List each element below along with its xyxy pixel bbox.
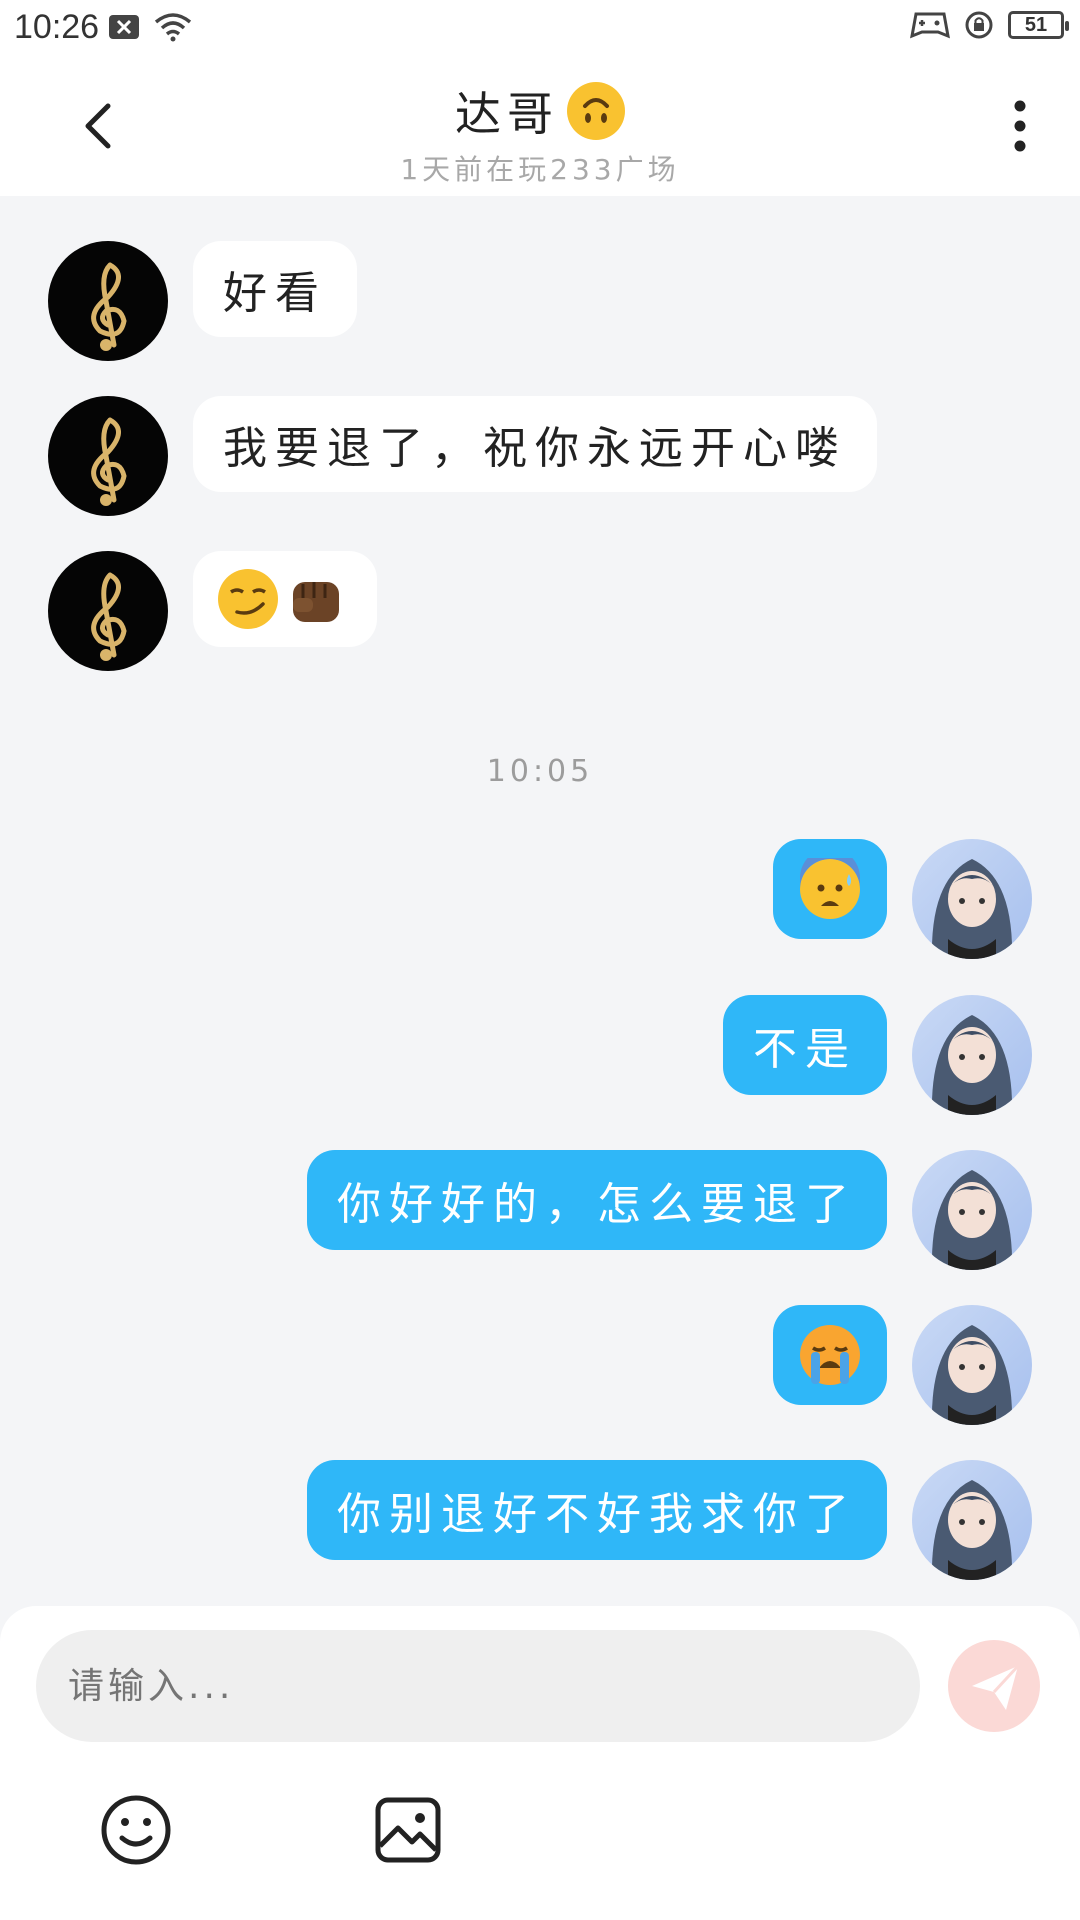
anime-girl-avatar-icon — [931, 1325, 1013, 1425]
battery-level: 51 — [1024, 13, 1048, 36]
treble-clef-icon — [91, 572, 127, 661]
status-time: 10:26 — [14, 8, 100, 46]
notification-close-icon — [109, 15, 139, 39]
send-button[interactable] — [948, 1640, 1040, 1732]
smiley-icon — [101, 1795, 171, 1865]
emoji-button[interactable] — [98, 1792, 174, 1868]
message-bubble[interactable]: 我要退了，祝你永远开心喽 — [193, 396, 877, 492]
rotation-lock-icon — [965, 11, 993, 39]
message-input[interactable] — [36, 1630, 920, 1742]
message-text: 我要退了，祝你永远开心喽 — [223, 423, 847, 474]
user-avatar[interactable] — [912, 1305, 1032, 1425]
composer-panel — [0, 1606, 1080, 1920]
message-bubble[interactable]: 你别退好不好我求你了 — [307, 1460, 887, 1560]
upside-down-face-icon — [567, 82, 625, 140]
message-bubble[interactable]: 你好好的，怎么要退了 — [307, 1150, 887, 1250]
battery-indicator: 51 — [1008, 11, 1069, 39]
anime-girl-avatar-icon — [931, 1170, 1013, 1270]
message-timestamp: 10:05 — [486, 754, 594, 789]
message-bubble[interactable]: 不是 — [723, 995, 887, 1095]
contact-status: 1天前在玩233广场 — [400, 153, 680, 186]
more-options-button[interactable] — [990, 96, 1050, 160]
status-bar: 10:26 51 — [0, 0, 1080, 56]
contact-avatar[interactable] — [48, 396, 168, 516]
paper-plane-icon — [972, 1664, 1020, 1710]
message-bubble[interactable] — [773, 1305, 887, 1405]
smirk-face-icon — [217, 568, 279, 630]
contact-name-text: 达哥 — [455, 87, 559, 141]
contact-avatar[interactable] — [48, 551, 168, 671]
gamepad-icon — [910, 12, 950, 39]
user-avatar[interactable] — [912, 1460, 1032, 1580]
message-text: 你好好的，怎么要退了 — [337, 1179, 857, 1230]
message-list[interactable]: 好看 我要退了，祝你永远开心喽 10:05 不是 你好好的，怎么要退了 你别退好… — [0, 196, 1080, 1606]
anime-girl-avatar-icon — [931, 859, 1013, 959]
wifi-icon — [154, 13, 192, 42]
user-avatar[interactable] — [912, 995, 1032, 1115]
user-avatar[interactable] — [912, 1150, 1032, 1270]
contact-name: 达哥 — [455, 78, 625, 144]
message-text: 好看 — [223, 268, 327, 319]
fist-icon — [285, 568, 347, 630]
message-bubble[interactable] — [773, 839, 887, 939]
treble-clef-icon — [91, 417, 127, 506]
more-vertical-icon — [1014, 100, 1026, 152]
message-text: 不是 — [753, 1024, 857, 1075]
anime-girl-avatar-icon — [931, 1015, 1013, 1115]
message-bubble[interactable]: 好看 — [193, 241, 357, 337]
user-avatar[interactable] — [912, 839, 1032, 959]
anime-girl-avatar-icon — [931, 1480, 1013, 1580]
image-button[interactable] — [370, 1792, 446, 1868]
loudly-crying-face-icon — [799, 1324, 861, 1386]
anxious-sweat-face-icon — [799, 848, 861, 920]
contact-avatar[interactable] — [48, 241, 168, 361]
message-bubble[interactable] — [193, 551, 377, 647]
message-text: 你别退好不好我求你了 — [337, 1489, 857, 1540]
image-icon — [375, 1797, 441, 1863]
treble-clef-icon — [91, 262, 127, 351]
chat-header: 达哥 1天前在玩233广场 — [0, 56, 1080, 196]
